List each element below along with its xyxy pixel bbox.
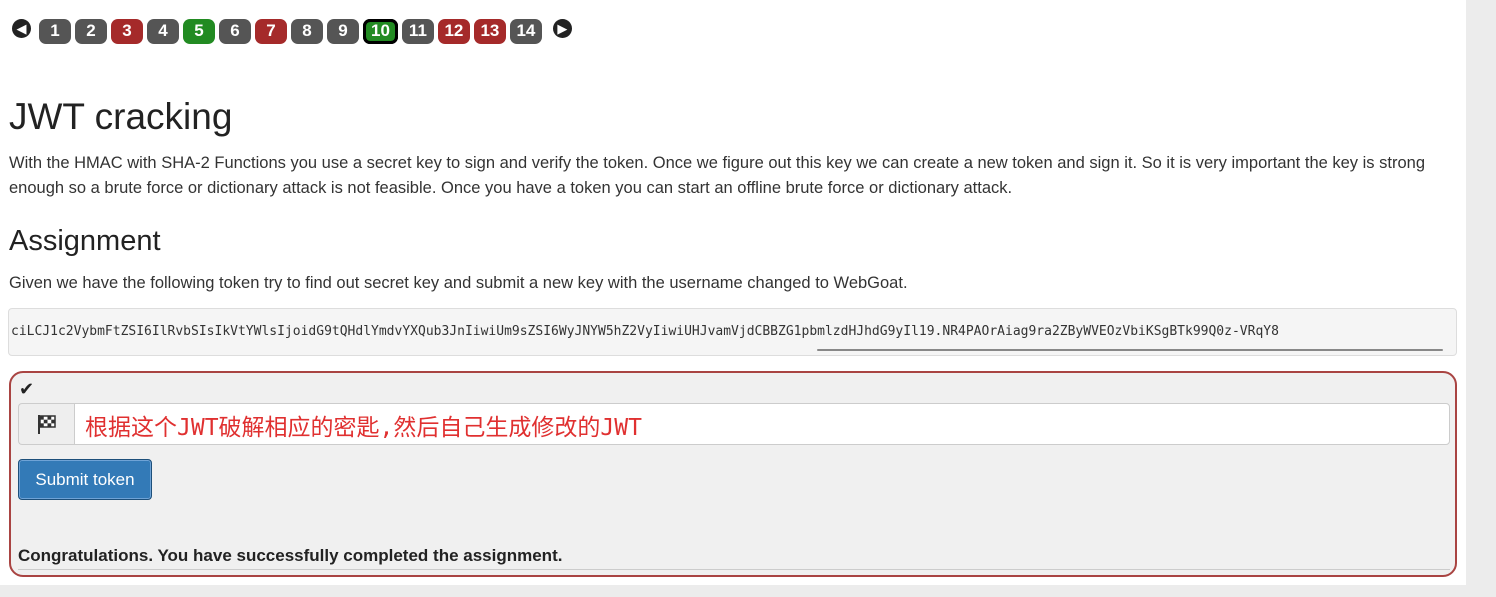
page-buttons: 1 2 3 4 5 6 7 8 9 10 11 12 13 14	[39, 18, 546, 44]
page-button-2[interactable]: 2	[75, 18, 107, 44]
token-field[interactable]: 根据这个JWT破解相应的密匙,然后自己生成修改的JWT	[74, 403, 1450, 445]
lesson-intro: With the HMAC with SHA-2 Functions you u…	[9, 154, 1425, 197]
token-input[interactable]	[75, 404, 1449, 444]
feedback-divider	[18, 569, 1450, 570]
assignment-heading: Assignment	[9, 225, 161, 257]
token-scrollbar[interactable]	[817, 349, 1443, 351]
page-button-4[interactable]: 4	[147, 18, 179, 44]
page-button-6[interactable]: 6	[219, 18, 251, 44]
lesson-title: JWT cracking	[9, 96, 233, 137]
token-input-group: 根据这个JWT破解相应的密匙,然后自己生成修改的JWT	[18, 403, 1450, 445]
page-button-11[interactable]: 11	[401, 18, 434, 44]
assignment-text: Given we have the following token try to…	[9, 274, 908, 292]
feedback-message: Congratulations. You have successfully c…	[18, 546, 563, 565]
lesson-page: ◀ 1 2 3 4 5 6 7 8 9 10 11 12 13 14 ▶ JWT cracking Wit…	[0, 0, 1466, 585]
page-button-8[interactable]: 8	[291, 18, 323, 44]
arrow-left-icon[interactable]: ◀	[12, 19, 31, 38]
page-button-14[interactable]: 14	[509, 18, 542, 44]
arrow-right-icon[interactable]: ▶	[552, 19, 572, 38]
page-button-3[interactable]: 3	[111, 18, 143, 44]
page-button-13[interactable]: 13	[473, 18, 506, 44]
page-button-7[interactable]: 7	[255, 18, 287, 44]
lesson-pagination: ◀ 1 2 3 4 5 6 7 8 9 10 11 12 13 14 ▶	[12, 18, 572, 44]
submit-token-button[interactable]: Submit token	[18, 459, 152, 500]
token-code-block[interactable]: ciLCJ1c2VybmFtZSI6IlRvbSIsIkVtYWlsIjoidG…	[8, 308, 1457, 356]
checkered-flag-icon	[18, 403, 74, 445]
jwt-token: ciLCJ1c2VybmFtZSI6IlRvbSIsIkVtYWlsIjoidG…	[11, 324, 1279, 339]
page-button-12[interactable]: 12	[437, 18, 470, 44]
page-button-9[interactable]: 9	[327, 18, 359, 44]
page-button-5[interactable]: 5	[183, 18, 215, 44]
page-button-1[interactable]: 1	[39, 18, 71, 44]
page-button-10[interactable]: 10	[363, 18, 398, 44]
page-margin	[1466, 0, 1496, 597]
checkmark-icon: ✔	[19, 379, 35, 399]
attack-form: ✔ 根据这个JWT破解相应的密匙,然后自己生成修改的JWT Submit tok…	[9, 371, 1457, 577]
